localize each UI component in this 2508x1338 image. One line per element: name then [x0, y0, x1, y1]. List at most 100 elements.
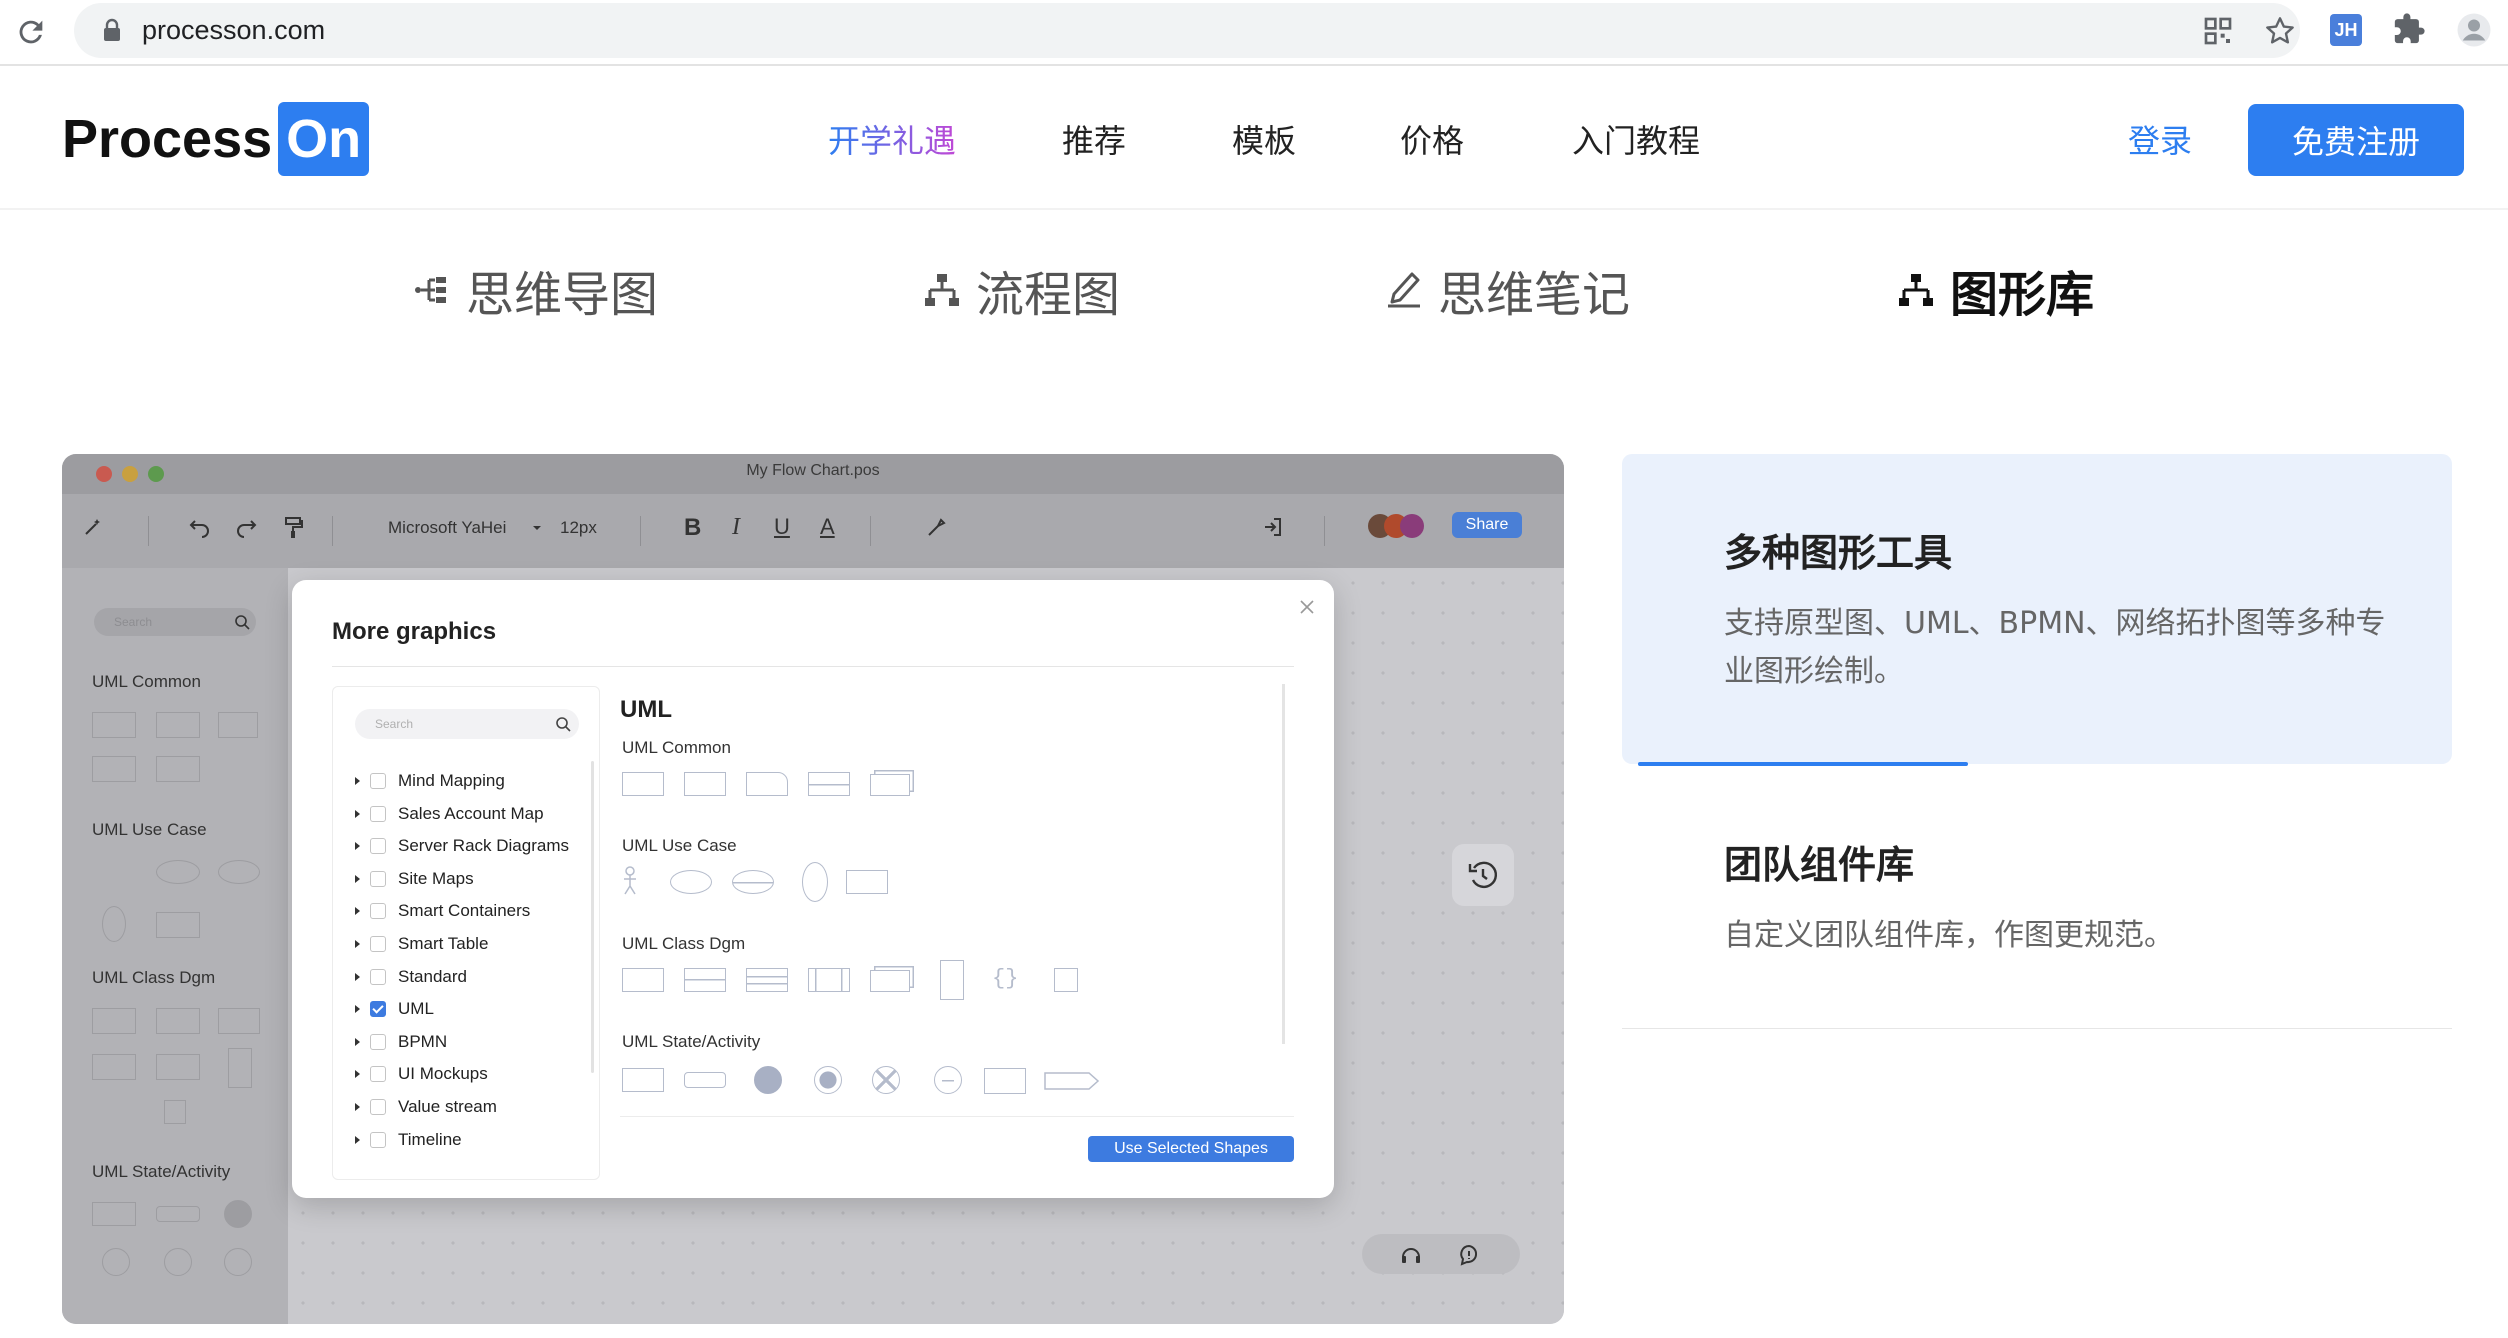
uml-final-state-shape[interactable] — [814, 1066, 842, 1094]
format-painter-icon — [284, 516, 304, 540]
tab-notes[interactable]: 思维笔记 — [1384, 258, 1630, 323]
nav-pricing[interactable]: 价格 — [1400, 116, 1464, 162]
library-item[interactable]: Smart Table — [355, 932, 488, 956]
library-checkbox[interactable] — [370, 936, 386, 952]
library-item[interactable]: Sales Account Map — [355, 802, 544, 826]
caret-right-icon[interactable] — [355, 809, 360, 818]
uml-folder-shape[interactable] — [684, 772, 726, 796]
uml-usecase-shape[interactable] — [670, 870, 712, 894]
caret-right-icon[interactable] — [355, 842, 360, 851]
library-checkbox[interactable] — [370, 903, 386, 920]
library-checkbox[interactable] — [370, 968, 386, 985]
nav-tutorial[interactable]: 入门教程 — [1572, 116, 1700, 162]
uml-node-3d-shape[interactable] — [870, 970, 910, 992]
caret-right-icon[interactable] — [355, 1005, 360, 1014]
library-checkbox[interactable] — [370, 838, 386, 855]
uml-usecase-ext-shape[interactable] — [732, 870, 774, 894]
bookmark-star-icon[interactable] — [2264, 15, 2296, 47]
sidebar-section-uml-state-activity: UML State/Activity — [92, 1162, 231, 1181]
jh-extension-icon[interactable]: JH — [2330, 14, 2362, 46]
uml-flow-final-shape[interactable] — [872, 1066, 900, 1094]
caret-right-icon[interactable] — [355, 972, 360, 981]
login-link[interactable]: 登录 — [2128, 116, 2192, 162]
ghost-shape — [156, 912, 200, 938]
library-checkbox[interactable] — [370, 1131, 386, 1148]
qr-code-icon[interactable] — [2202, 15, 2234, 47]
close-icon[interactable] — [1296, 596, 1318, 618]
processon-logo[interactable]: Process On — [62, 102, 370, 176]
uml-component-shape[interactable] — [808, 968, 850, 992]
lock-icon — [102, 18, 122, 42]
uml-send-signal-shape[interactable] — [1044, 1068, 1100, 1094]
nav-templates[interactable]: 模板 — [1232, 116, 1296, 162]
extensions-puzzle-icon[interactable] — [2392, 12, 2428, 48]
caret-right-icon[interactable] — [355, 940, 360, 948]
caret-right-icon[interactable] — [355, 1070, 360, 1079]
library-item[interactable]: UML — [355, 997, 434, 1021]
history-button — [1452, 844, 1514, 906]
nav-promo[interactable]: 开学礼遇 — [828, 116, 956, 162]
preview-scrollbar[interactable] — [1282, 684, 1285, 1044]
tab-mindmap[interactable]: 思维导图 — [412, 258, 659, 323]
library-item[interactable]: Smart Containers — [355, 899, 530, 923]
caret-right-icon[interactable] — [355, 874, 360, 883]
library-item[interactable]: BPMN — [355, 1030, 447, 1054]
library-item-label: Smart Containers — [398, 901, 531, 921]
library-checkbox[interactable] — [370, 773, 386, 789]
tab-mindmap-label: 思维导图 — [466, 267, 659, 323]
text-color-icon: A — [820, 514, 835, 539]
caret-right-icon[interactable] — [355, 1037, 360, 1046]
uml-activity-shape[interactable] — [684, 1072, 726, 1088]
reload-icon[interactable] — [14, 15, 48, 49]
library-item[interactable]: Server Rack Diagrams — [355, 834, 569, 858]
library-checkbox[interactable] — [370, 870, 386, 887]
feedback-icon — [1460, 1244, 1478, 1266]
caret-right-icon[interactable] — [355, 1135, 360, 1144]
library-list-scrollbar[interactable] — [591, 761, 594, 1073]
feature-title-team-library[interactable]: 团队组件库 — [1724, 834, 1914, 889]
uml-class-2-shape[interactable] — [684, 968, 726, 992]
library-item[interactable]: Mind Mapping — [355, 769, 505, 793]
uml-initial-state-shape[interactable] — [754, 1066, 782, 1094]
caret-right-icon[interactable] — [355, 777, 360, 785]
library-item[interactable]: Site Maps — [355, 867, 474, 891]
uml-state-shape[interactable] — [622, 1068, 664, 1092]
uml-ellipse-shape[interactable] — [802, 862, 828, 902]
library-item[interactable]: Value stream — [355, 1095, 497, 1119]
uml-system-shape[interactable] — [846, 870, 888, 894]
uml-swimlane-shape[interactable] — [984, 1068, 1026, 1094]
signup-button[interactable]: 免费注册 — [2248, 104, 2464, 176]
library-checkbox[interactable] — [370, 1033, 386, 1050]
library-checkbox[interactable] — [370, 1001, 386, 1018]
uml-class-3-shape[interactable] — [746, 968, 788, 992]
library-item[interactable]: Standard — [355, 965, 467, 989]
uml-frame-shape[interactable] — [808, 772, 850, 796]
ghost-shape — [218, 860, 260, 884]
library-item[interactable]: UI Mockups — [355, 1062, 488, 1086]
uml-class-shape[interactable] — [622, 968, 664, 992]
use-selected-shapes-button[interactable]: Use Selected Shapes — [1088, 1136, 1294, 1162]
library-checkbox[interactable] — [370, 1066, 386, 1083]
profile-avatar-icon[interactable] — [2456, 12, 2492, 48]
library-checkbox[interactable] — [370, 805, 386, 822]
library-checkbox[interactable] — [370, 1099, 386, 1115]
caret-right-icon[interactable] — [355, 1103, 360, 1111]
browser-toolbar: processon.com JH — [0, 0, 2508, 66]
library-item[interactable]: Timeline — [355, 1128, 462, 1152]
caret-right-icon[interactable] — [355, 907, 360, 916]
uml-small-box-shape[interactable] — [1054, 968, 1078, 992]
address-bar[interactable]: processon.com — [74, 3, 2300, 58]
tab-shape-library[interactable]: 图形库 — [1896, 258, 2094, 323]
uml-actor-shape[interactable] — [622, 866, 638, 896]
uml-history-shape[interactable] — [934, 1066, 962, 1094]
uml-package-shape[interactable] — [622, 772, 664, 796]
uml-lifeline-shape[interactable] — [940, 960, 964, 1000]
uml-note-shape[interactable] — [746, 772, 788, 796]
tab-flowchart[interactable]: 流程图 — [922, 258, 1120, 323]
uml-braces-shape[interactable]: {} — [992, 966, 1018, 991]
nav-recommend[interactable]: 推荐 — [1062, 116, 1126, 162]
library-search-input[interactable]: Search — [355, 709, 579, 739]
editor-file-title: My Flow Chart.pos — [746, 462, 880, 479]
feature-card-shape-tools[interactable]: 多种图形工具 支持原型图、UML、BPMN、网络拓扑图等多种专业图形绘制。 — [1622, 454, 2452, 764]
uml-node-shape[interactable] — [870, 774, 910, 796]
